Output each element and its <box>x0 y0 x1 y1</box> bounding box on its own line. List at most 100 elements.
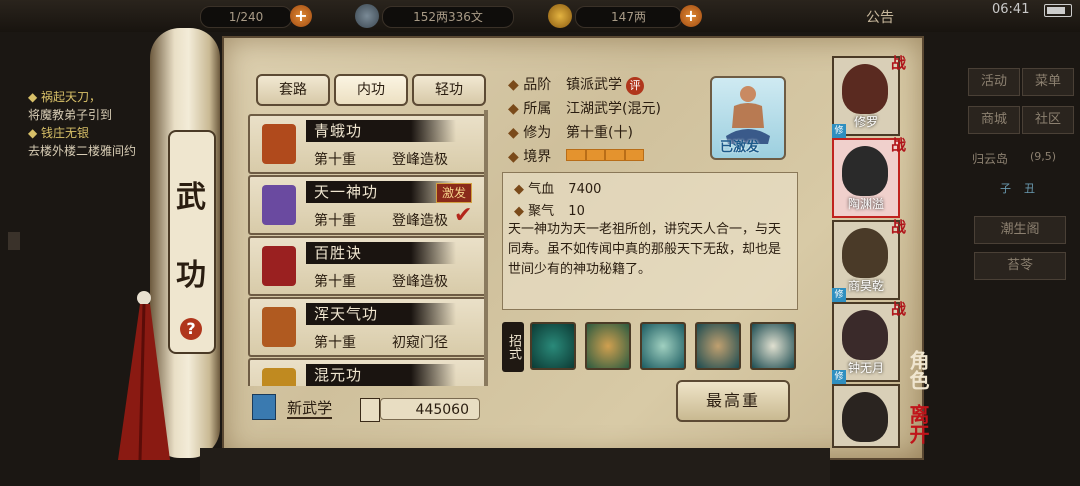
new-book-icon <box>252 394 276 420</box>
tab-routines[interactable]: 套路 <box>256 74 330 106</box>
activated-label: 已激发 <box>720 140 760 155</box>
belong-row: ◆ 所属 江湖武学(混元) <box>508 98 661 118</box>
character-avatar <box>842 228 888 278</box>
eval-badge[interactable]: 评 <box>626 77 644 95</box>
shop-button[interactable]: 商城 <box>968 106 1020 134</box>
new-skill-label: 新武学 <box>287 398 333 419</box>
move-vortex-icon[interactable] <box>530 322 576 370</box>
roster-card[interactable]: 商昊乾 战 修 <box>832 218 906 302</box>
new-skill-button[interactable]: 新武学 <box>252 394 333 420</box>
skill-description: 天一神功为天一老祖所创，讲究天人合一，与天同寿。虽不如传闻中真的那般天下无敌，却… <box>508 222 782 277</box>
move-meditation-icon[interactable] <box>640 322 686 370</box>
character-avatar <box>842 146 888 196</box>
book-icon <box>262 307 296 347</box>
character-avatar <box>842 392 888 442</box>
roster-card[interactable]: 钟无月 战 修 <box>832 300 906 384</box>
character-name: 陶渊溢 <box>847 197 884 211</box>
skill-level: 第十重 <box>314 274 356 290</box>
roster-card[interactable]: 陶渊溢 战 <box>832 136 906 218</box>
bottom-menu-bar <box>200 448 830 486</box>
stat-hp: ◆ 气血 7400 <box>514 182 602 197</box>
leave-button[interactable]: 离开 <box>904 404 933 444</box>
skill-item[interactable]: 百胜诀 第十重 登峰造极 <box>248 236 486 296</box>
belong-value: 江湖武学(混元) <box>566 101 661 117</box>
battle-tag: 战 <box>890 300 906 318</box>
skill-level: 第十重 <box>314 335 356 351</box>
menu-button[interactable]: 菜单 <box>1022 68 1074 96</box>
cultivation-row: ◆ 修为 第十重(十) <box>508 122 633 142</box>
skill-list[interactable]: 青蛾功 第十重 登峰造极 天一神功 激发 第十重 登峰造极 ✔ 百胜诀 第十重 … <box>248 110 486 386</box>
location-coords: (9,5) <box>1030 150 1057 163</box>
notice-button[interactable]: 公告 <box>866 7 894 27</box>
cultivate-tag: 修 <box>832 370 846 384</box>
scroll-title-bottom: 功 <box>176 258 206 293</box>
skill-level: 第十重 <box>314 213 356 229</box>
roster-card[interactable] <box>832 384 900 448</box>
skill-item[interactable]: 天一神功 激发 第十重 登峰造极 ✔ <box>248 175 486 235</box>
skill-name: 百胜诀 <box>306 242 456 264</box>
quest-text: 去楼外楼二楼雅间约 <box>28 144 137 158</box>
add-stamina-button[interactable]: + <box>290 5 312 27</box>
skill-name: 浑天气功 <box>306 303 456 325</box>
add-silver-button[interactable]: + <box>680 5 702 27</box>
battle-tag: 战 <box>890 218 906 236</box>
activated-badge: 激发 <box>436 183 472 203</box>
character-avatar <box>842 64 888 114</box>
roster-card[interactable]: 修罗 战 修 <box>832 54 906 138</box>
tassel-decoration <box>118 291 170 460</box>
cultivate-tag: 修 <box>832 124 846 138</box>
copper-coin-icon <box>355 4 379 28</box>
skill-list-scrollbar[interactable] <box>484 110 488 386</box>
tide-pavilion-button[interactable]: 潮生阁 <box>974 216 1066 244</box>
skill-item[interactable]: 混元功 <box>248 358 486 386</box>
grade-value: 镇派武学 <box>566 77 622 93</box>
tab-lightness[interactable]: 轻功 <box>412 74 486 106</box>
realm-row: ◆ 境界 <box>508 146 644 166</box>
move-glowing-figure-icon[interactable] <box>585 322 631 370</box>
skill-stage: 登峰造极 <box>392 274 448 290</box>
skill-name: 混元功 <box>306 364 456 386</box>
silver-counter: 147两 <box>575 6 682 28</box>
tab-internal[interactable]: 内功 <box>334 74 408 106</box>
quest-title: ◆ 祸起天刀， <box>28 90 102 104</box>
moves-label: 招式 <box>502 322 524 372</box>
open-book-icon <box>360 398 380 422</box>
cultivate-tag: 修 <box>832 288 846 302</box>
skill-stage: 登峰造极 <box>392 213 448 229</box>
move-sitting-icon[interactable] <box>695 322 741 370</box>
expand-arrow-icon[interactable] <box>8 232 20 250</box>
book-icon <box>262 368 296 386</box>
skill-name: 天一神功 <box>306 181 456 203</box>
cultivation-value: 第十重(十) <box>566 125 633 141</box>
quest-log[interactable]: ◆ 祸起天刀， 将魔教弟子引到 ◆ 钱庄无银 去楼外楼二楼雅间约 <box>28 88 158 160</box>
character-avatar <box>842 310 888 360</box>
role-tab[interactable]: 角色 <box>904 350 933 390</box>
realm-progress-bar <box>566 149 644 161</box>
quest-title: ◆ 钱庄无银 <box>28 126 90 140</box>
skill-item[interactable]: 青蛾功 第十重 登峰造极 <box>248 114 486 174</box>
herb-button[interactable]: 苔苓 <box>974 252 1066 280</box>
skill-points-count: 445060 <box>380 398 480 420</box>
move-lotus-icon[interactable] <box>750 322 796 370</box>
skill-name: 青蛾功 <box>306 120 456 142</box>
time-indicator-a: 子 <box>1000 182 1011 195</box>
skill-stage: 登峰造极 <box>392 152 448 168</box>
stat-qi: ◆ 聚气 10 <box>514 204 585 219</box>
skill-stage: 初窥门径 <box>392 335 448 351</box>
max-level-button[interactable]: 最高重 <box>676 380 790 422</box>
community-button[interactable]: 社区 <box>1022 106 1074 134</box>
location-name: 归云岛 <box>972 152 1009 166</box>
scroll-book-icon <box>262 124 296 164</box>
copper-counter: 152两336文 <box>382 6 514 28</box>
skill-item[interactable]: 浑天气功 第十重 初窥门径 <box>248 297 486 357</box>
skill-level: 第十重 <box>314 152 356 168</box>
quest-text: 将魔教弟子引到 <box>28 108 113 122</box>
scroll-title-top: 武 <box>176 180 206 215</box>
battle-tag: 战 <box>890 54 906 72</box>
battle-tag: 战 <box>890 136 906 154</box>
check-icon: ✔ <box>454 203 473 228</box>
clock: 06:41 <box>992 2 1030 17</box>
stamina-counter: 1/240 <box>200 6 292 28</box>
scroll-book-icon <box>262 185 296 225</box>
activity-button[interactable]: 活动 <box>968 68 1020 96</box>
